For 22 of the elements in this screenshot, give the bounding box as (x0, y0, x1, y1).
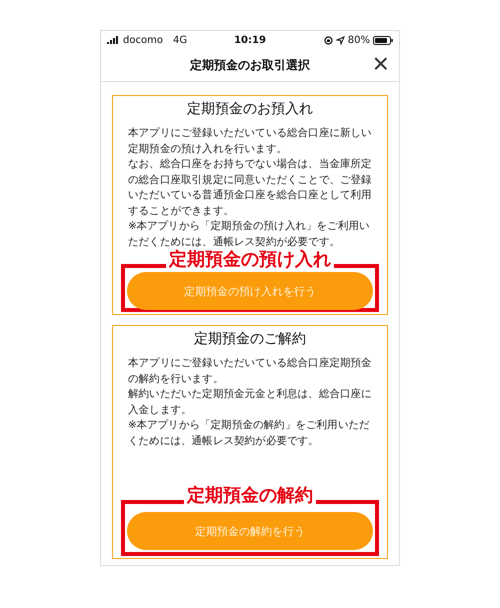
location-arrow-icon (336, 36, 345, 44)
card-description: ※本アプリから「定期預金の解約」をご利用いただくためには、通帳レス契約が必要です。 (128, 418, 371, 448)
card-description: なお、総合口座をお持ちでない場合は、当金庫所定の総合口座取引規定に同意いただくことで、ご登録いただいている普通預金口座を総合口座として利用することができます。 (128, 157, 372, 218)
card-description: 本アプリにご登録いただいている総合口座定期預金の解約を行います。 (128, 356, 372, 386)
battery-percent: 80% (348, 34, 370, 46)
close-button[interactable]: × (370, 51, 391, 77)
card-title: 定期預金のお預入れ (187, 100, 313, 118)
lock-rotation-icon (324, 36, 333, 44)
annotation-label: 定期預金の預け入れ (166, 249, 334, 271)
screen-title: 定期預金のお取引選択 (190, 56, 310, 74)
card-title: 定期預金のご解約 (194, 330, 306, 348)
annotation-label: 定期預金の解約 (184, 485, 316, 507)
network-type: 4G (172, 34, 188, 46)
card-description: 解約いただいた定期預金元金と利息は、総合口座に入金します。 (128, 387, 372, 418)
signal-icon (107, 36, 119, 44)
battery-icon (373, 36, 393, 44)
action-button[interactable]: 定期預金の解約を行う (127, 512, 373, 550)
action-button[interactable]: 定期預金の預け入れを行う (127, 272, 373, 310)
card-description: 本アプリにご登録いただいている総合口座に新しい定期預金の預け入れを行います。 (128, 126, 372, 156)
carrier-name: docomo (123, 34, 163, 46)
clock-time: 10:19 (234, 34, 266, 46)
card-description: ※本アプリから「定期預金の預け入れ」をご利用いただくためには、通帳レス契約が必要です。 (128, 219, 371, 249)
